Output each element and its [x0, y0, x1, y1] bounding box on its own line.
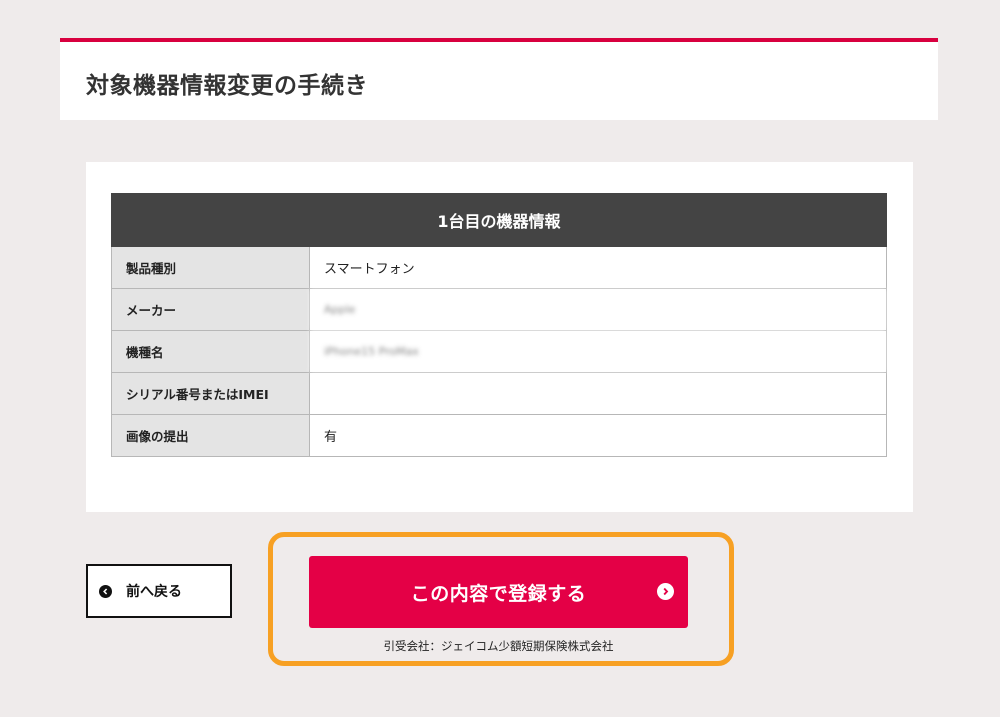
back-button[interactable]: 前へ戻る	[86, 564, 232, 618]
row-value-image-submission: 有	[309, 414, 887, 457]
chevron-right-circle-icon	[657, 583, 674, 600]
back-button-label: 前へ戻る	[126, 584, 182, 600]
page-header: 対象機器情報変更の手続き	[60, 38, 938, 120]
row-value-product-type: スマートフォン	[309, 246, 887, 289]
table-row: 製品種別 スマートフォン	[111, 246, 887, 289]
table-row: メーカー Apple	[111, 288, 887, 331]
row-value-model: iPhone15 ProMax	[309, 330, 887, 373]
row-label-image-submission: 画像の提出	[111, 414, 310, 457]
underwriter-note: 引受会社：ジェイコム少額短期保険株式会社	[383, 639, 614, 653]
submit-button-label: この内容で登録する	[410, 582, 587, 605]
table-row: シリアル番号またはIMEI	[111, 372, 887, 415]
table-heading: 1台目の機器情報	[111, 193, 887, 247]
page-title: 対象機器情報変更の手続き	[86, 73, 368, 99]
table-row: 機種名 iPhone15 ProMax	[111, 330, 887, 373]
table-row: 画像の提出 有	[111, 414, 887, 457]
row-value-maker: Apple	[309, 288, 887, 331]
row-label-product-type: 製品種別	[111, 246, 310, 289]
submit-button[interactable]: この内容で登録する	[309, 556, 688, 628]
device-info-panel: 1台目の機器情報 製品種別 スマートフォン メーカー Apple 機種名 iPh…	[86, 162, 913, 512]
device-info-table: 1台目の機器情報 製品種別 スマートフォン メーカー Apple 機種名 iPh…	[111, 193, 887, 457]
row-value-serial	[309, 372, 887, 415]
row-label-serial: シリアル番号またはIMEI	[111, 372, 310, 415]
row-label-model: 機種名	[111, 330, 310, 373]
row-label-maker: メーカー	[111, 288, 310, 331]
chevron-left-circle-icon	[99, 584, 112, 598]
